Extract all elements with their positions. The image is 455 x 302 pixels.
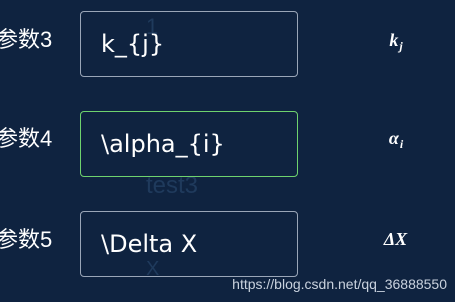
param4-label: 参数4 xyxy=(0,126,53,151)
watermark: https://blog.csdn.net/qq_36888550 xyxy=(232,276,447,292)
param3-input[interactable] xyxy=(80,11,298,77)
param3-preview-base: k xyxy=(389,30,399,50)
param4-input[interactable] xyxy=(80,111,298,177)
param4-preview-base: α xyxy=(388,128,399,148)
param5-label: 参数5 xyxy=(0,227,53,252)
param3-preview: kj xyxy=(360,30,432,54)
param4-preview: αi xyxy=(360,128,432,152)
param3-label: 参数3 xyxy=(0,27,53,52)
param5-preview-base: ΔX xyxy=(383,229,408,249)
param5-input[interactable] xyxy=(80,211,298,277)
param4-preview-sub: i xyxy=(399,137,404,151)
param5-preview: ΔX xyxy=(360,229,432,253)
param3-preview-sub: j xyxy=(399,39,403,53)
